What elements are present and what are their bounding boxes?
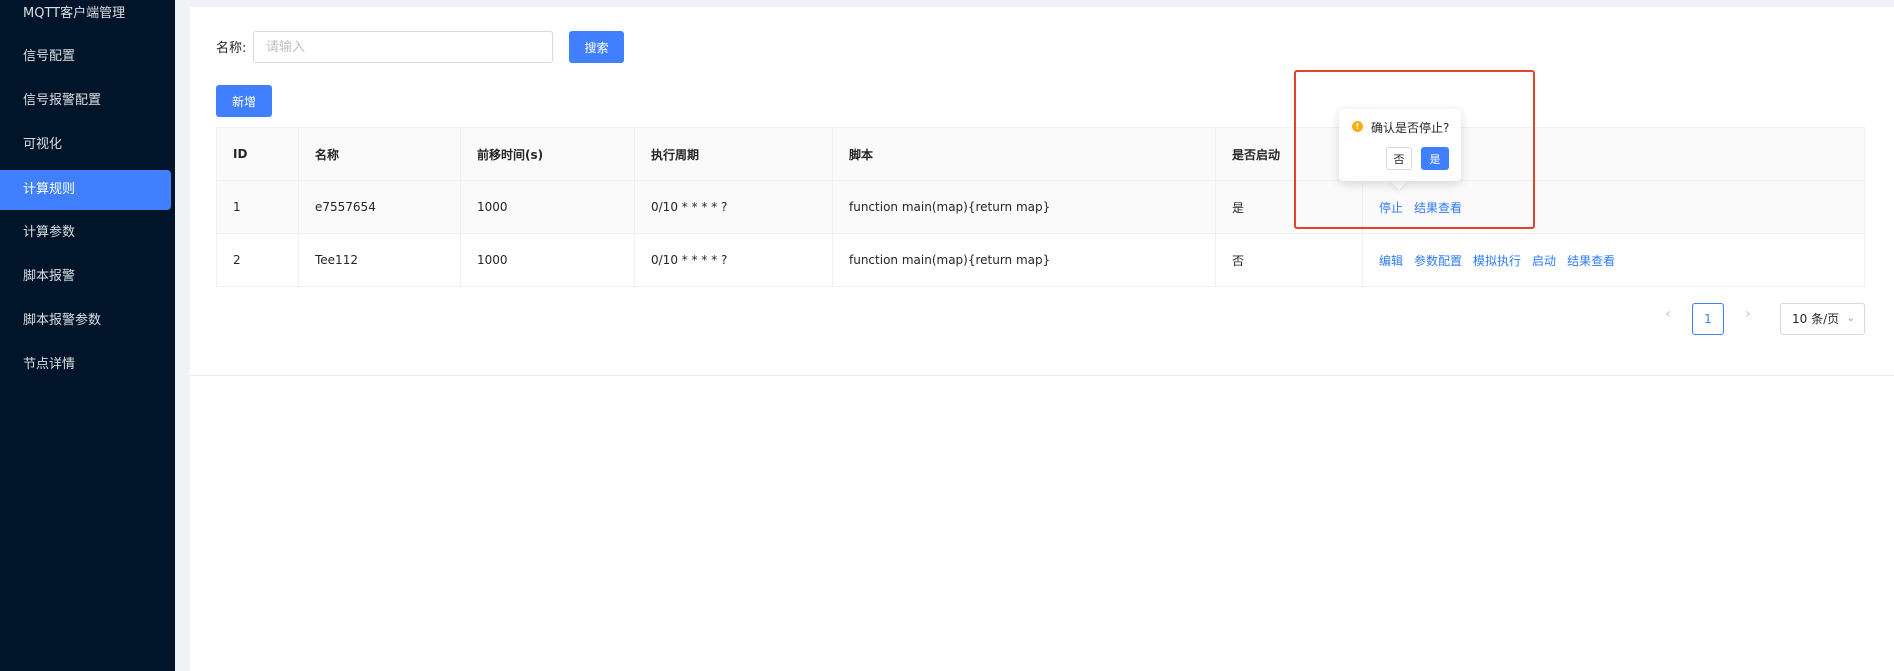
sidebar-item-signal-config[interactable]: 信号配置 xyxy=(0,37,171,77)
edit-link[interactable]: 编辑 xyxy=(1379,254,1403,268)
rules-table: ID 名称 前移时间(s) 执行周期 脚本 是否启动 1 e7557654 10… xyxy=(216,127,1865,287)
table-header-row: ID 名称 前移时间(s) 执行周期 脚本 是否启动 xyxy=(216,127,1865,181)
popconfirm-cancel-button[interactable]: 否 xyxy=(1386,147,1412,170)
add-button[interactable]: 新增 xyxy=(216,85,272,117)
param-config-link[interactable]: 参数配置 xyxy=(1414,254,1462,268)
sidebar-item-script-alarm-params[interactable]: 脚本报警参数 xyxy=(0,301,171,341)
warning-icon: ! xyxy=(1352,121,1363,132)
stop-popconfirm: ! 确认是否停止? 否 是 xyxy=(1339,109,1461,181)
sidebar: MQTT客户端管理 信号配置 信号报警配置 可视化 计算规则 计算参数 脚本报警… xyxy=(0,0,175,671)
table-row: 2 Tee112 1000 0/10 * * * * ? function ma… xyxy=(216,233,1865,287)
sidebar-item-node-details[interactable]: 节点详情 xyxy=(0,345,171,385)
cell-actions: 编辑 参数配置 模拟执行 启动 结果查看 xyxy=(1362,233,1865,287)
popconfirm-confirm-button[interactable]: 是 xyxy=(1421,147,1449,170)
main-panel xyxy=(190,7,1894,671)
sidebar-item-mqtt-client[interactable]: MQTT客户端管理 xyxy=(0,0,171,34)
sidebar-item-calc-rules[interactable]: 计算规则 xyxy=(0,170,171,210)
view-results-link[interactable]: 结果查看 xyxy=(1414,201,1462,215)
start-link[interactable]: 启动 xyxy=(1532,254,1556,268)
pagination-next-icon[interactable]: › xyxy=(1738,306,1758,322)
table-row: 1 e7557654 1000 0/10 * * * * ? function … xyxy=(216,180,1865,234)
cell-script: function main(map){return map} xyxy=(832,180,1216,234)
cell-enabled: 否 xyxy=(1215,233,1363,287)
stop-link[interactable]: 停止 xyxy=(1379,201,1403,215)
cell-name: Tee112 xyxy=(298,233,461,287)
cell-id: 2 xyxy=(216,233,299,287)
search-label: 名称: xyxy=(216,41,247,56)
cell-cycle: 0/10 * * * * ? xyxy=(634,180,833,234)
cell-script: function main(map){return map} xyxy=(832,233,1216,287)
pagination-page[interactable]: 1 xyxy=(1692,303,1724,335)
page-size-select[interactable]: 10 条/页 ⌄ xyxy=(1780,303,1865,335)
search-button[interactable]: 搜索 xyxy=(569,31,624,63)
cell-name: e7557654 xyxy=(298,180,461,234)
cell-id: 1 xyxy=(216,180,299,234)
sidebar-item-calc-params[interactable]: 计算参数 xyxy=(0,213,171,253)
column-header-cycle: 执行周期 xyxy=(634,127,833,181)
cell-enabled: 是 xyxy=(1215,180,1363,234)
column-header-script: 脚本 xyxy=(832,127,1216,181)
simulate-run-link[interactable]: 模拟执行 xyxy=(1473,254,1521,268)
view-results-link[interactable]: 结果查看 xyxy=(1567,254,1615,268)
pagination-prev-icon[interactable]: ‹ xyxy=(1658,306,1678,322)
column-header-name: 名称 xyxy=(298,127,461,181)
cell-offset: 1000 xyxy=(460,180,635,234)
cell-cycle: 0/10 * * * * ? xyxy=(634,233,833,287)
page-size-value: 10 条/页 xyxy=(1792,312,1840,326)
cell-actions: 停止 结果查看 xyxy=(1362,180,1865,234)
sidebar-item-script-alarm[interactable]: 脚本报警 xyxy=(0,257,171,297)
chevron-down-icon: ⌄ xyxy=(1846,313,1855,324)
sidebar-item-signal-alarm-config[interactable]: 信号报警配置 xyxy=(0,81,171,121)
column-header-offset: 前移时间(s) xyxy=(460,127,635,181)
sidebar-item-visualization[interactable]: 可视化 xyxy=(0,125,171,165)
content-divider xyxy=(190,375,1894,376)
column-header-id: ID xyxy=(216,127,299,181)
cell-offset: 1000 xyxy=(460,233,635,287)
search-input[interactable] xyxy=(253,31,553,63)
popconfirm-message: 确认是否停止? xyxy=(1371,121,1450,135)
